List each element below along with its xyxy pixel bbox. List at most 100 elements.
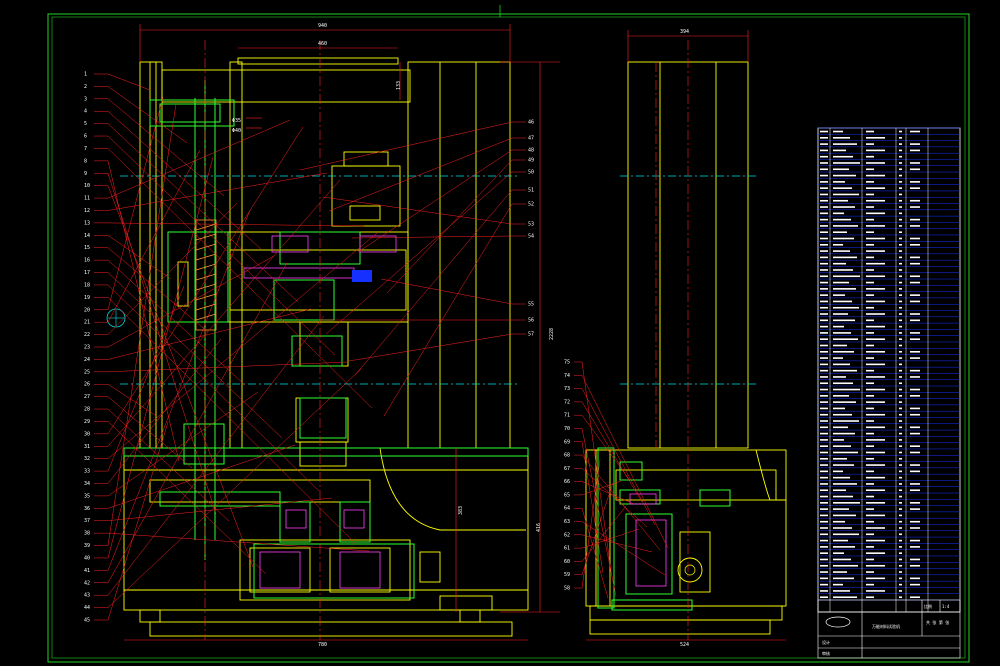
bom-qty-mark bbox=[899, 451, 902, 454]
bom-name-mark bbox=[866, 338, 885, 340]
callout-number: 20 bbox=[84, 307, 90, 313]
bom-index-mark bbox=[820, 439, 828, 441]
callout-number: 28 bbox=[84, 407, 90, 413]
leader-line bbox=[107, 384, 156, 416]
callout-number: 4 bbox=[84, 109, 87, 115]
bom-code-mark bbox=[833, 476, 850, 479]
bom-name-mark bbox=[866, 382, 874, 385]
bom-name-mark bbox=[866, 193, 874, 196]
bom-index-mark bbox=[820, 520, 828, 523]
bom-code-mark bbox=[833, 350, 854, 353]
bom-index-mark bbox=[820, 395, 828, 397]
callout-number: 55 bbox=[528, 302, 534, 308]
bom-index-mark bbox=[820, 155, 828, 158]
side-view bbox=[574, 30, 787, 641]
dim-bore-b: Φ40 bbox=[232, 128, 241, 134]
callout-number: 6 bbox=[84, 134, 87, 140]
bom-code-mark bbox=[833, 451, 858, 454]
bom-material-mark bbox=[910, 338, 920, 340]
bom-name-mark bbox=[866, 237, 885, 240]
bom-code-mark bbox=[833, 306, 859, 309]
bom-name-mark bbox=[866, 199, 885, 202]
bom-index-mark bbox=[820, 137, 828, 139]
callout-number: 71 bbox=[564, 413, 570, 419]
bom-name-mark bbox=[866, 149, 885, 152]
bom-index-mark bbox=[820, 332, 828, 334]
bom-index-mark bbox=[820, 502, 828, 504]
leader-line bbox=[581, 459, 601, 589]
bom-name-mark bbox=[866, 552, 885, 554]
bom-material-mark bbox=[910, 451, 920, 454]
bom-material-mark bbox=[910, 432, 920, 435]
bom-name-mark bbox=[866, 407, 874, 410]
blue-gear-block bbox=[352, 270, 372, 282]
callout-number: 2 bbox=[84, 84, 87, 90]
bom-qty-mark bbox=[899, 495, 902, 498]
bom-index-mark bbox=[820, 369, 828, 372]
bom-name-mark bbox=[866, 256, 874, 259]
bom-code-mark bbox=[833, 149, 846, 152]
bom-code-mark bbox=[833, 369, 857, 372]
bom-code-mark bbox=[833, 426, 848, 429]
bom-name-mark bbox=[866, 350, 885, 353]
bom-name-mark bbox=[866, 174, 885, 177]
bom-qty-mark bbox=[899, 237, 902, 240]
bom-code-mark bbox=[833, 564, 858, 567]
bom-qty-mark bbox=[899, 319, 902, 322]
leader-line bbox=[348, 333, 513, 362]
bom-index-mark bbox=[820, 256, 828, 259]
bom-qty-mark bbox=[899, 143, 902, 145]
callout-number: 73 bbox=[564, 386, 570, 392]
leader-line bbox=[581, 480, 622, 496]
bom-name-mark bbox=[866, 332, 874, 334]
front-view bbox=[94, 24, 560, 641]
bom-index-mark bbox=[820, 306, 828, 309]
bom-qty-mark bbox=[899, 155, 902, 158]
bom-index-mark bbox=[820, 577, 828, 580]
bom-index-mark bbox=[820, 508, 828, 510]
bom-name-mark bbox=[866, 181, 874, 183]
bill-of-materials bbox=[817, 127, 961, 613]
bom-code-mark bbox=[833, 325, 844, 328]
sheet-label: 共 张 第 张 bbox=[926, 619, 949, 625]
callout-number: 40 bbox=[84, 555, 90, 561]
bom-qty-mark bbox=[899, 130, 902, 133]
bom-code-mark bbox=[833, 413, 852, 416]
bom-index-mark bbox=[820, 451, 828, 454]
bom-index-mark bbox=[820, 583, 828, 586]
bom-material-mark bbox=[910, 206, 920, 208]
bom-qty-mark bbox=[899, 577, 902, 580]
title-block bbox=[817, 599, 961, 659]
leader-line bbox=[107, 123, 299, 303]
bom-qty-mark bbox=[899, 244, 902, 246]
leader-line bbox=[107, 361, 349, 373]
bom-code-mark bbox=[833, 483, 857, 485]
bom-qty-mark bbox=[899, 281, 902, 284]
dim-base-side: 416 bbox=[536, 523, 542, 532]
bom-material-mark bbox=[910, 300, 920, 303]
bom-qty-mark bbox=[899, 149, 902, 152]
callout-number: 46 bbox=[528, 120, 534, 126]
leader-line bbox=[107, 172, 328, 211]
leader-line bbox=[107, 532, 370, 552]
callout-number: 70 bbox=[564, 426, 570, 432]
callout-number: 63 bbox=[564, 519, 570, 525]
bom-index-mark bbox=[820, 514, 828, 517]
bom-qty-mark bbox=[899, 262, 902, 265]
leader-line bbox=[299, 121, 513, 171]
bom-material-mark bbox=[910, 313, 920, 315]
bom-index-mark bbox=[820, 162, 828, 164]
bom-name-mark bbox=[866, 155, 874, 158]
callout-number: 27 bbox=[84, 394, 90, 400]
bom-index-mark bbox=[820, 275, 828, 278]
bom-name-mark bbox=[866, 162, 885, 164]
bom-name-mark bbox=[866, 583, 874, 586]
bom-material-mark bbox=[910, 508, 920, 510]
bom-qty-mark bbox=[899, 508, 902, 510]
bom-index-mark bbox=[820, 199, 828, 202]
bom-name-mark bbox=[866, 306, 874, 309]
bom-index-mark bbox=[820, 269, 828, 271]
bom-index-mark bbox=[820, 300, 828, 303]
bom-index-mark bbox=[820, 426, 828, 429]
bom-qty-mark bbox=[899, 369, 902, 372]
